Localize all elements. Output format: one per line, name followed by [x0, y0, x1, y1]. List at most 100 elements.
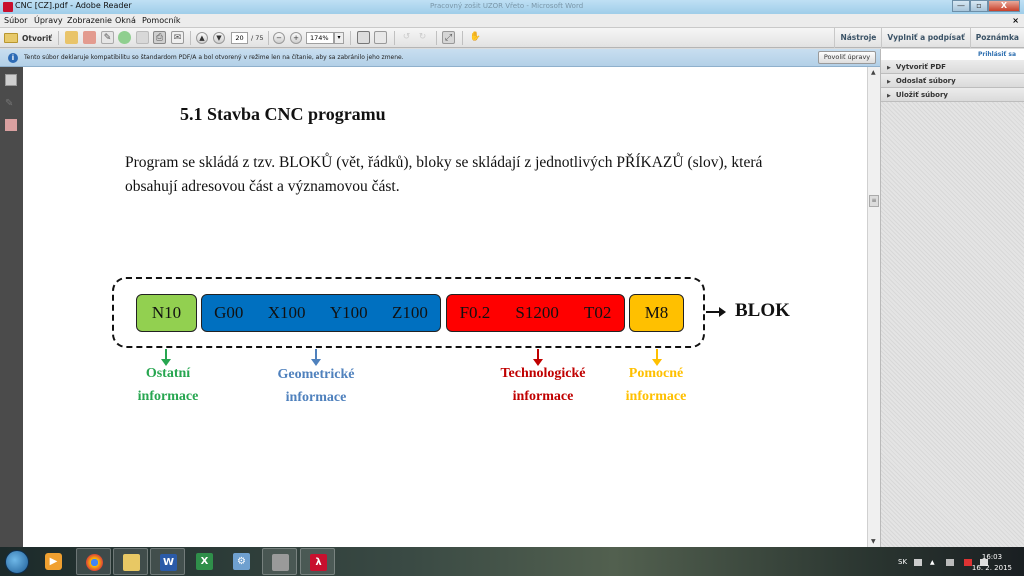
taskbar-app[interactable]: [262, 548, 297, 575]
system-tray: SK ▲ 16:03 16. 2. 2015: [864, 547, 1024, 576]
expand-icon: ▶: [887, 93, 891, 99]
background-window-title: Pracovný zošit UZOR Vřeto - Microsoft Wo…: [430, 2, 584, 10]
word-n10: N10: [151, 303, 182, 322]
zoom-out-icon[interactable]: −: [273, 32, 285, 44]
rotate-right-icon: ↻: [418, 32, 427, 42]
adobe-reader-icon: [3, 2, 13, 12]
minimize-button[interactable]: —: [952, 0, 970, 12]
maximize-button[interactable]: ▫: [970, 0, 988, 12]
label-geometric: Geometrické informace: [261, 363, 371, 409]
word-g00: G00: [214, 303, 244, 322]
menu-upravy[interactable]: Úpravy: [34, 16, 63, 25]
sign-in-link[interactable]: Prihlásiť sa: [881, 49, 1024, 60]
document-page: 5.1 Stavba CNC programu Program se sklád…: [23, 67, 867, 547]
email-icon[interactable]: ✉: [171, 31, 184, 44]
start-button[interactable]: [5, 550, 29, 574]
title-bar: CNC [CZ].pdf - Adobe Reader Pracovný zoš…: [0, 0, 1024, 14]
label-technological: Technologické informace: [483, 362, 603, 408]
menu-bar: Súbor Úpravy Zobrazenie Okná Pomocník ×: [0, 14, 1024, 28]
save-icon[interactable]: [136, 31, 149, 44]
page-total: / 75: [251, 34, 264, 42]
keyboard-icon[interactable]: [914, 559, 922, 566]
block-arrow-head: [719, 307, 726, 317]
fit-page-icon[interactable]: [357, 31, 370, 44]
zoom-dropdown-button[interactable]: ▾: [334, 32, 344, 44]
zoom-level-input[interactable]: 174%: [306, 32, 334, 44]
toolbar-separator: [268, 31, 269, 45]
label-geometric-line2: informace: [285, 390, 347, 405]
menu-zobrazenie[interactable]: Zobrazenie: [67, 16, 112, 25]
taskbar-control-panel[interactable]: ⚙: [224, 548, 259, 575]
toolbar-separator: [58, 31, 59, 45]
label-geometric-line1: Geometrické: [277, 367, 355, 382]
window-title: CNC [CZ].pdf - Adobe Reader: [15, 1, 132, 10]
toolbar-separator: [436, 31, 437, 45]
word-group-technological: F0.2 S1200 T02: [446, 294, 625, 332]
show-hidden-icons[interactable]: ▲: [930, 559, 938, 566]
scroll-up-icon[interactable]: ▲: [871, 69, 876, 76]
block-label: BLOK: [735, 300, 790, 321]
panel-save-files[interactable]: ▶ Uložiť súbory: [881, 88, 1024, 102]
open-button[interactable]: Otvoriť: [4, 31, 52, 45]
clock[interactable]: 16:03 16. 2. 2015: [972, 552, 1012, 574]
scroll-thumb[interactable]: ≡: [869, 195, 879, 207]
print-icon[interactable]: ⎙: [153, 31, 166, 44]
previous-page-icon[interactable]: ▲: [196, 32, 208, 44]
vertical-scrollbar[interactable]: ▲ ≡ ▼: [867, 67, 880, 547]
panel-create-pdf[interactable]: ▶ Vytvoriť PDF: [881, 60, 1024, 74]
zoom-in-icon[interactable]: +: [290, 32, 302, 44]
word-s1200: S1200: [515, 303, 559, 322]
taskbar-word[interactable]: W: [150, 548, 185, 575]
fit-width-icon[interactable]: [374, 31, 387, 44]
expand-icon: ▶: [887, 79, 891, 85]
toolbar-separator: [394, 31, 395, 45]
taskbar-media-player[interactable]: ▶: [36, 548, 71, 575]
taskbar-chrome[interactable]: [76, 548, 111, 575]
combine-files-icon[interactable]: [83, 31, 96, 44]
info-message: Tento súbor deklaruje kompatibilitu so š…: [24, 54, 404, 61]
open-label: Otvoriť: [22, 33, 52, 43]
word-group-geometric: G00 X100 Y100 Z100: [201, 294, 441, 332]
enable-editing-button[interactable]: Povoliť úpravy: [818, 51, 876, 64]
cloud-upload-icon[interactable]: [118, 31, 131, 44]
edit-icon[interactable]: ✎: [101, 31, 114, 44]
tools-panel: Prihlásiť sa ▶ Vytvoriť PDF ▶ Odoslať súbo…: [880, 49, 1024, 547]
signature-icon[interactable]: ✎: [5, 98, 17, 110]
menu-subor[interactable]: Súbor: [4, 16, 27, 25]
hand-tool-icon[interactable]: ✋: [469, 31, 482, 44]
panel-create-pdf-label: Vytvoriť PDF: [895, 63, 946, 71]
panel-save-files-label: Uložiť súbory: [895, 91, 948, 99]
menu-pomocnik[interactable]: Pomocník: [142, 16, 180, 25]
label-technological-line2: informace: [512, 389, 574, 404]
scroll-down-icon[interactable]: ▼: [871, 538, 876, 545]
close-document-icon[interactable]: ×: [1012, 16, 1019, 25]
language-indicator[interactable]: SK: [898, 558, 907, 566]
action-center-icon[interactable]: [964, 559, 972, 566]
menu-okna[interactable]: Okná: [115, 16, 136, 25]
attachments-icon[interactable]: [5, 119, 17, 131]
page-thumbnails-icon[interactable]: [5, 74, 17, 86]
label-auxiliary-line2: informace: [625, 389, 687, 404]
taskbar-adobe-reader[interactable]: λ: [300, 548, 335, 575]
fill-and-sign-link[interactable]: Vyplniť a podpísať: [881, 28, 969, 48]
expand-icon: ▶: [887, 65, 891, 71]
taskbar-explorer[interactable]: [113, 548, 148, 575]
network-icon[interactable]: [946, 559, 954, 566]
toolbar-separator: [190, 31, 191, 45]
info-bar: i Tento súbor deklaruje kompatibilitu so…: [0, 49, 880, 67]
close-button[interactable]: X: [988, 0, 1020, 12]
word-m8: M8: [644, 303, 669, 322]
toolbar-separator: [462, 31, 463, 45]
toolbar: Otvoriť ✎ ⎙ ✉ ▲ ▼ 20 / 75 − + 174% ▾ ↺ ↻…: [0, 28, 1024, 48]
comment-link[interactable]: Poznámka: [969, 28, 1024, 48]
full-screen-icon[interactable]: ⤢: [442, 31, 455, 44]
page-number-input[interactable]: 20: [231, 32, 248, 44]
word-t02: T02: [584, 303, 612, 322]
panel-send-files[interactable]: ▶ Odoslať súbory: [881, 74, 1024, 88]
next-page-icon[interactable]: ▼: [213, 32, 225, 44]
taskbar-excel[interactable]: X: [187, 548, 222, 575]
tools-link[interactable]: Nástroje: [834, 28, 881, 48]
create-pdf-icon[interactable]: [65, 31, 78, 44]
taskbar: ▶ W X ⚙ λ SK ▲ 16:03 16. 2. 2015: [0, 547, 1024, 576]
word-group-auxiliary: M8: [629, 294, 684, 332]
